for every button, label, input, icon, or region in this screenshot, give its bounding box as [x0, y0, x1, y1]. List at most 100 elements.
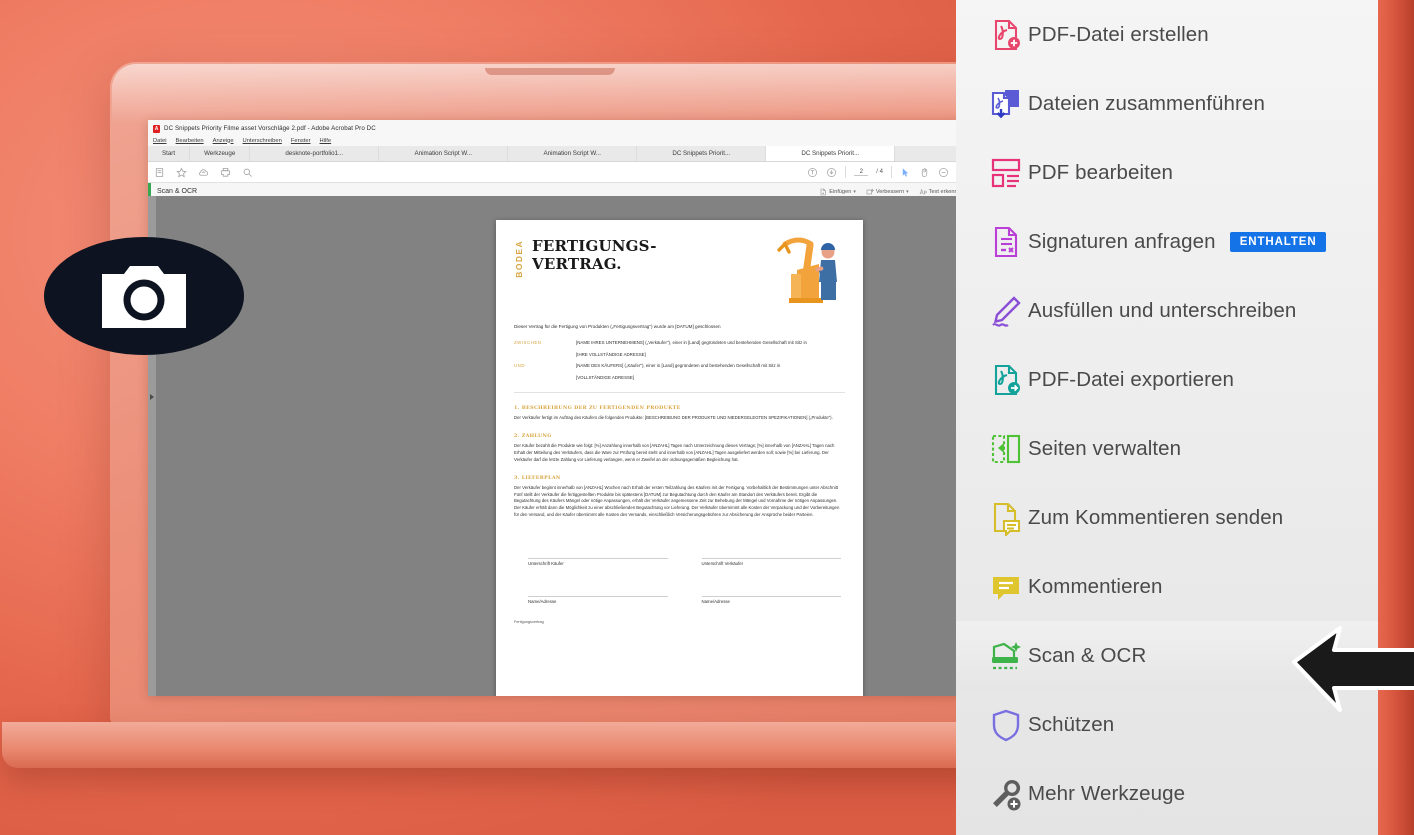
- document-header: BODEA FERTIGUNGS- VERTRAG.: [496, 220, 863, 306]
- comment-icon: [988, 569, 1028, 605]
- tab-werkzeuge[interactable]: Werkzeuge: [190, 146, 251, 161]
- menu-datei[interactable]: Datei: [153, 138, 167, 144]
- party-row-und: UND [NAME DES KÄUFERS] („Käufer"), einer…: [514, 363, 841, 370]
- subtool-einfuegen-label: Einfügen: [829, 188, 852, 195]
- tool-comment-label: Kommentieren: [1028, 574, 1163, 598]
- tab-dc-snippets-1[interactable]: DC Snippets Priorit...: [637, 146, 767, 161]
- hand-tool-icon[interactable]: [919, 167, 930, 178]
- tool-edit-pdf[interactable]: PDF bearbeiten: [956, 138, 1378, 207]
- search-icon[interactable]: [242, 167, 253, 178]
- request-signature-icon: [988, 224, 1028, 260]
- robot-arm-illustration: [777, 237, 837, 303]
- laptop-notch: [485, 68, 615, 75]
- create-pdf-icon: [988, 17, 1028, 53]
- tab-desknote-portfolio[interactable]: desknote-portfolio1...: [250, 146, 380, 161]
- page-thumbnail-icon[interactable]: [154, 167, 165, 178]
- zoom-out-icon[interactable]: [938, 167, 949, 178]
- name-line-seller: [701, 584, 841, 598]
- section-2-body: Der Käufer bezahlt die Produkte wie folg…: [514, 443, 835, 462]
- menu-fenster[interactable]: Fenster: [291, 138, 311, 144]
- pdf-page: BODEA FERTIGUNGS- VERTRAG. Dieser Vertra…: [496, 220, 863, 696]
- window-title: DC Snippets Priority Filme asset Vorschl…: [164, 125, 376, 132]
- tab-dc-snippets-2[interactable]: DC Snippets Priorit...: [766, 146, 896, 161]
- party-address-zwischen: [IHRE VOLLSTÄNDIGE ADRESSE]: [576, 351, 646, 357]
- section-3-heading: 3. LIEFERPLAN: [514, 475, 561, 482]
- subtool-einfuegen[interactable]: Einfügen ▾: [819, 188, 856, 196]
- menu-anzeige[interactable]: Anzeige: [213, 138, 234, 144]
- export-pdf-icon: [988, 362, 1028, 398]
- party-row-zwischen: ZWISCHEN [NAME IHRES UNTERNEHMENS] („Ver…: [514, 340, 841, 347]
- toolbar-divider-1: [845, 166, 847, 178]
- tool-organize-pages-label: Seiten verwalten: [1028, 436, 1182, 460]
- tool-more-tools[interactable]: Mehr Werkzeuge: [956, 759, 1378, 828]
- tool-comment[interactable]: Kommentieren: [956, 552, 1378, 621]
- party-key-zwischen: ZWISCHEN: [514, 339, 542, 345]
- signature-col-buyer: Unterschrift Käufer Name/Adresse: [528, 546, 668, 604]
- protect-shield-icon: [988, 707, 1028, 743]
- tool-request-signature-label: Signaturen anfragen: [1028, 229, 1216, 253]
- tool-export-pdf[interactable]: PDF-Datei exportieren: [956, 345, 1378, 414]
- status-badge-enthalten: ENTHALTEN: [1229, 231, 1326, 252]
- party-value-zwischen: [NAME IHRES UNTERNEHMENS] („Verkäufer"),…: [576, 339, 807, 345]
- menu-unterschreiben[interactable]: Unterschreiben: [243, 138, 282, 144]
- brand-label: BODEA: [514, 240, 524, 278]
- enhance-scan-icon: [866, 188, 874, 194]
- section-1-body: Der Verkäufer fertigt im Auftrag des Käu…: [514, 414, 833, 420]
- menu-bearbeiten[interactable]: Bearbeiten: [176, 138, 204, 144]
- party-key-und: UND: [514, 362, 526, 368]
- document-sections: 1. BESCHREIBUNG DER ZU FERTIGENDEN PRODU…: [496, 405, 863, 519]
- tool-fill-and-sign-label: Ausfüllen und unterschreiben: [1028, 298, 1297, 322]
- tool-create-pdf[interactable]: PDF-Datei erstellen: [956, 0, 1378, 69]
- tool-request-signature[interactable]: Signaturen anfragen ENTHALTEN: [956, 207, 1378, 276]
- party-address-und: [VOLLSTÄNDIGE ADRESSE]: [576, 374, 635, 380]
- document-title-line1: FERTIGUNGS-: [532, 237, 657, 255]
- add-text-icon[interactable]: [807, 167, 818, 178]
- tool-send-for-comments-label: Zum Kommentieren senden: [1028, 505, 1284, 529]
- tool-export-pdf-label: PDF-Datei exportieren: [1028, 367, 1235, 391]
- download-icon[interactable]: [826, 167, 837, 178]
- print-icon[interactable]: [220, 167, 231, 178]
- section-1-heading: 1. BESCHREIBUNG DER ZU FERTIGENDEN PRODU…: [514, 404, 681, 411]
- signature-line-seller: [701, 546, 841, 560]
- section-3-body: Der Verkäufer beginnt innerhalb von [ANZ…: [514, 485, 840, 517]
- name-label-seller: Name/Adresse: [701, 599, 730, 605]
- tool-fill-and-sign[interactable]: Ausfüllen und unterschreiben: [956, 276, 1378, 345]
- laptop-lid: A DC Snippets Priority Filme asset Vorsc…: [110, 62, 1148, 724]
- combine-files-icon: [988, 86, 1028, 122]
- toolbar-divider-2: [890, 166, 892, 178]
- cloud-upload-icon[interactable]: [198, 167, 209, 178]
- tool-protect-label: Schützen: [1028, 712, 1115, 736]
- tool-combine-files[interactable]: Dateien zusammenführen: [956, 69, 1378, 138]
- tool-create-pdf-label: PDF-Datei erstellen: [1028, 22, 1209, 46]
- scan-ocr-icon: [988, 638, 1028, 674]
- menu-hilfe[interactable]: Hilfe: [320, 138, 332, 144]
- subtool-verbessern[interactable]: Verbessern ▾: [866, 188, 909, 196]
- more-tools-icon: [988, 776, 1028, 812]
- tool-send-for-comments[interactable]: Zum Kommentieren senden: [956, 483, 1378, 552]
- einfuegen-chevron-down-icon[interactable]: ▾: [853, 189, 856, 195]
- name-line-buyer: [528, 584, 668, 598]
- tab-animation-script-2[interactable]: Animation Script W...: [508, 146, 638, 161]
- document-title: FERTIGUNGS- VERTRAG.: [532, 237, 657, 273]
- subtool-verbessern-label: Verbessern: [875, 188, 905, 195]
- star-icon[interactable]: [176, 166, 187, 178]
- page-total-label: / 4: [876, 169, 883, 175]
- name-label-buyer: Name/Adresse: [528, 599, 557, 605]
- fill-and-sign-icon: [988, 293, 1028, 329]
- signature-area: Unterschrift Käufer Name/Adresse Untersc…: [496, 518, 863, 604]
- organize-pages-icon: [988, 431, 1028, 467]
- select-tool-icon[interactable]: [900, 167, 911, 178]
- page-number-input[interactable]: 2: [854, 169, 869, 176]
- document-divider: [514, 391, 845, 393]
- camera-badge: [44, 237, 244, 355]
- insert-page-icon: [820, 188, 826, 195]
- tool-organize-pages[interactable]: Seiten verwalten: [956, 414, 1378, 483]
- laptop-base: [2, 722, 1100, 768]
- tool-more-tools-label: Mehr Werkzeuge: [1028, 781, 1186, 805]
- tab-start[interactable]: Start: [148, 146, 191, 161]
- tab-animation-script-1[interactable]: Animation Script W...: [379, 146, 509, 161]
- verbessern-chevron-down-icon[interactable]: ▾: [906, 189, 909, 195]
- party-value-und: [NAME DES KÄUFERS] („Käufer"), einer in …: [576, 362, 781, 368]
- tool-combine-files-label: Dateien zusammenführen: [1028, 91, 1265, 115]
- scan-ocr-toolbar-title: Scan & OCR: [157, 188, 198, 195]
